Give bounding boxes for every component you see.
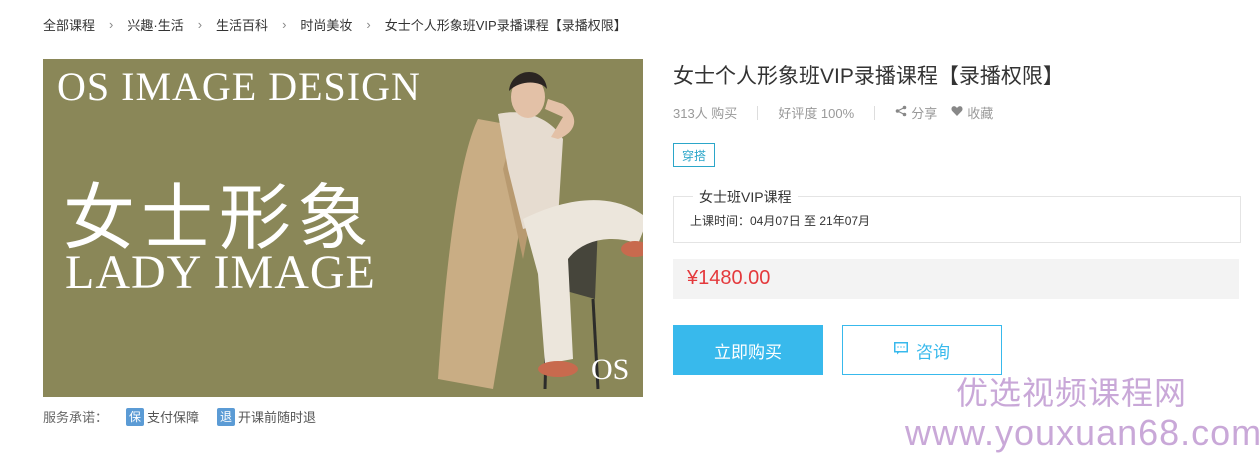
- breadcrumb-life-encyclopedia[interactable]: 生活百科: [216, 15, 268, 34]
- course-title: 女士个人形象班VIP录播课程【录播权限】: [673, 65, 1064, 88]
- cover-os-mark: OS: [591, 353, 630, 386]
- favorite-label: 收藏: [967, 106, 994, 121]
- cover-headline: OS IMAGE DESIGN: [57, 64, 421, 109]
- consult-label: 咨询: [916, 342, 950, 362]
- buyer-count: 313人 购买: [673, 106, 738, 121]
- shield-icon: 保: [126, 407, 145, 426]
- chat-icon: [894, 342, 908, 358]
- divider: [874, 105, 876, 120]
- buy-now-button[interactable]: 立即购买: [673, 325, 823, 375]
- breadcrumb-fashion-beauty[interactable]: 时尚美妆: [300, 15, 352, 34]
- favorite-button[interactable]: 收藏: [951, 103, 993, 122]
- model-figure-illustration: [438, 71, 643, 390]
- breadcrumb-all-courses[interactable]: 全部课程: [43, 15, 95, 34]
- service-item-text: 支付保障: [147, 410, 200, 425]
- refund-icon: 退: [217, 407, 236, 426]
- category-tag[interactable]: 穿搭: [673, 143, 716, 167]
- cover-subtitle: LADY IMAGE: [65, 246, 376, 299]
- breadcrumb: 全部课程 › 兴趣·生活 › 生活百科 › 时尚美妆 › 女士个人形象班VIP录…: [43, 14, 627, 34]
- breadcrumb-separator: ›: [366, 16, 371, 32]
- watermark-site-name: 优选视频课程网: [956, 375, 1188, 411]
- service-item-text: 开课前随时退: [238, 410, 317, 425]
- breadcrumb-separator: ›: [282, 16, 287, 32]
- breadcrumb-separator: ›: [197, 16, 203, 32]
- price: ¥1480.00: [687, 267, 771, 289]
- breadcrumb-interest-life[interactable]: 兴趣·生活: [127, 15, 183, 34]
- service-item-refund: 退 开课前随时退: [217, 407, 316, 426]
- service-item-payment-guarantee: 保 支付保障: [126, 407, 199, 426]
- course-schedule: 上课时间：04月07日 至 21年07月: [690, 214, 871, 228]
- divider: [757, 105, 759, 120]
- share-icon: [895, 105, 907, 120]
- course-cover-image: OS IMAGE DESIGN 女士形象 LADY IMAGE OS: [43, 59, 643, 397]
- service-promise: 服务承诺： 保 支付保障 退 开课前随时退: [43, 407, 316, 426]
- course-stats: 313人 购买 好评度 100% 分享 收藏: [673, 103, 993, 122]
- course-package-name: 女士班VIP课程: [693, 187, 798, 207]
- breadcrumb-separator: ›: [109, 16, 114, 32]
- breadcrumb-current-course[interactable]: 女士个人形象班VIP录播课程【录播权限】: [385, 15, 627, 34]
- share-button[interactable]: 分享: [895, 103, 937, 122]
- heart-icon: [951, 105, 963, 120]
- service-label: 服务承诺：: [43, 410, 109, 425]
- share-label: 分享: [911, 106, 938, 121]
- rating: 好评度 100%: [778, 106, 855, 121]
- watermark-url: www.youxuan68.com: [905, 412, 1260, 453]
